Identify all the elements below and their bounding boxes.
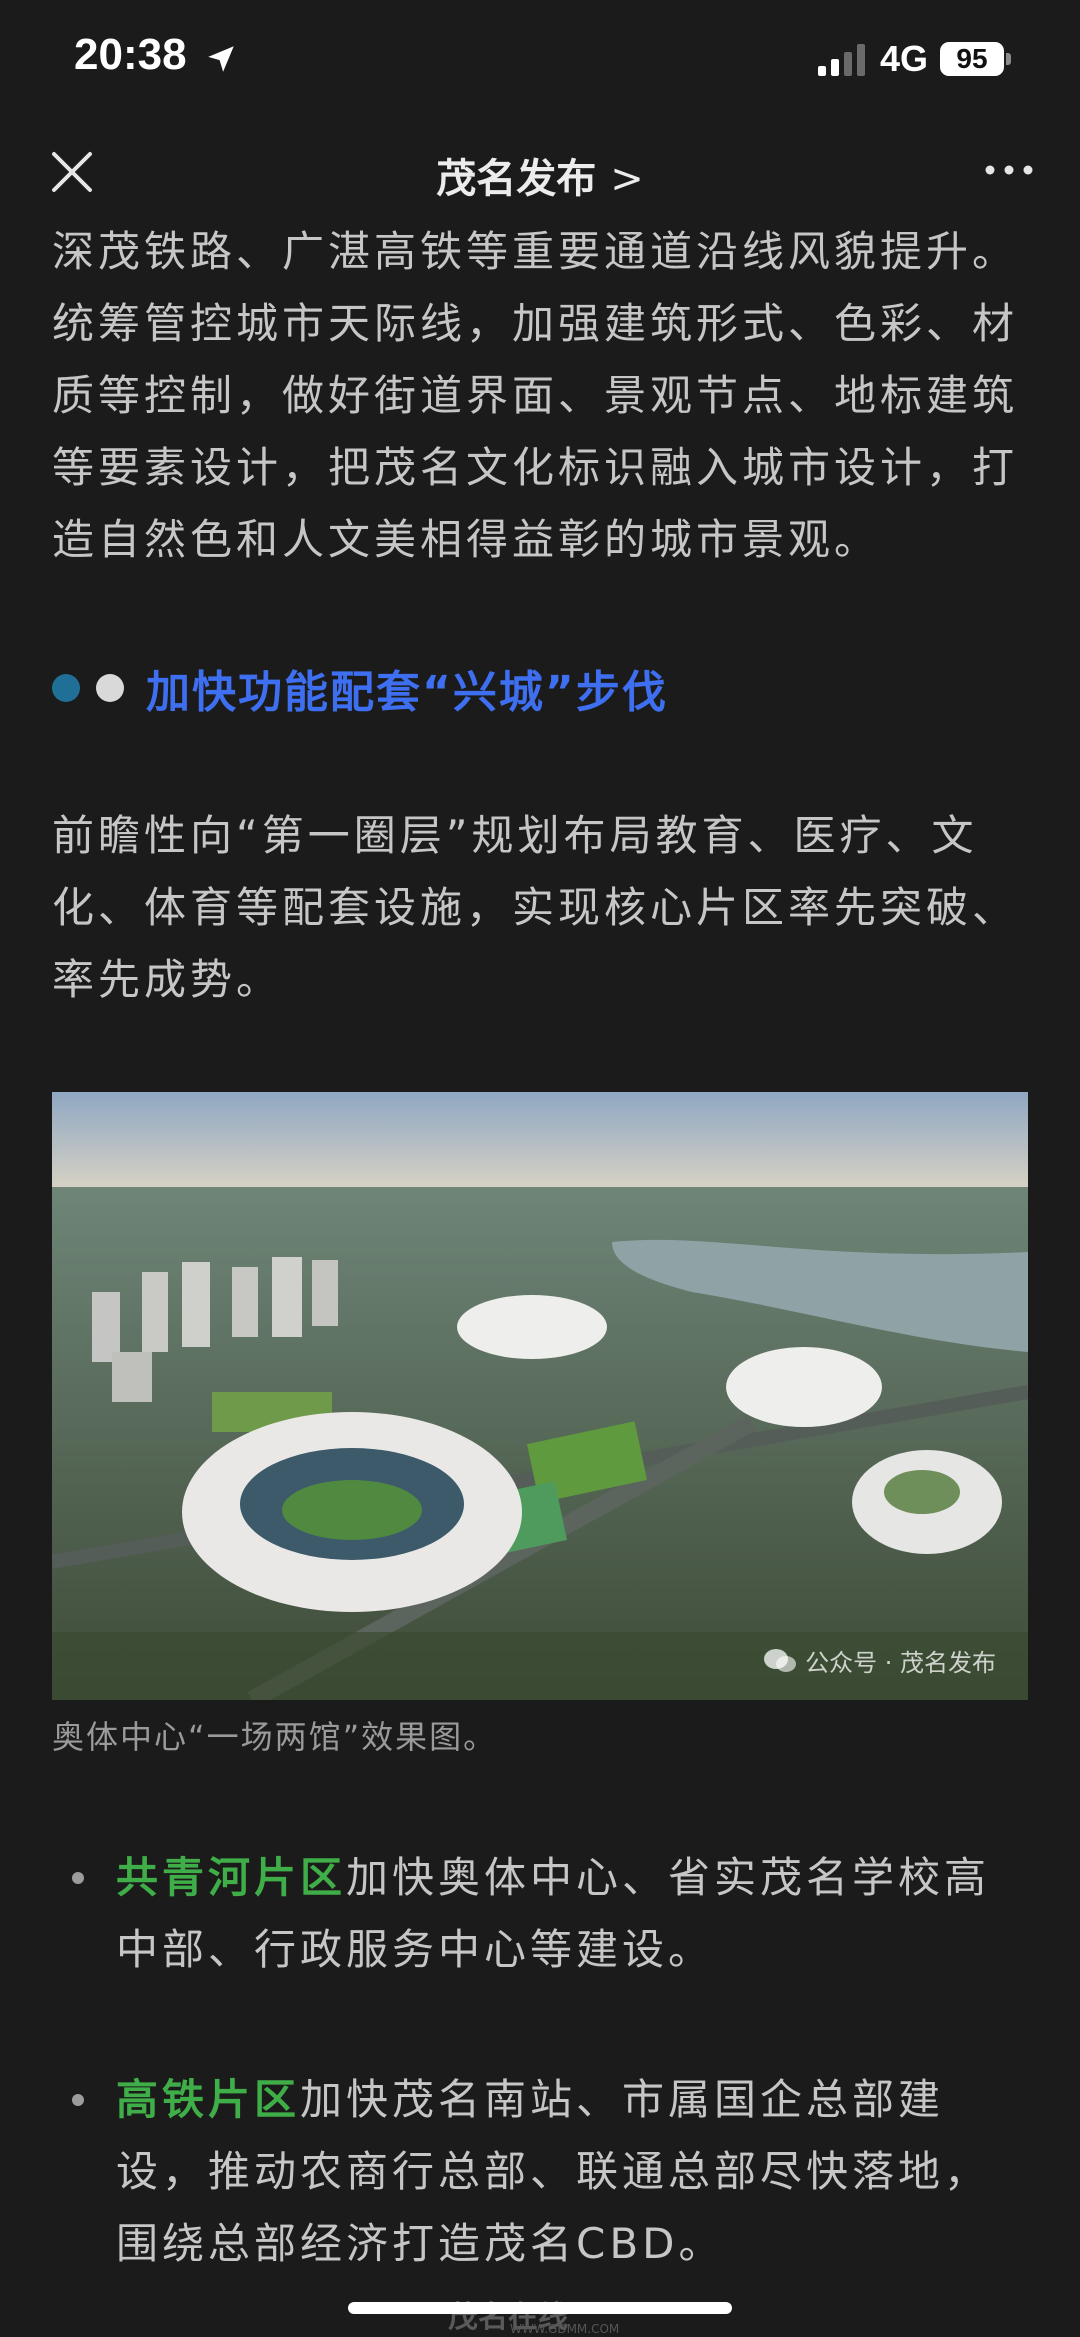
location-arrow-icon — [208, 46, 234, 72]
list-item: 共青河片区加快奥体中心、省实茂名学校高中部、行政服务中心等建设。 — [72, 1842, 1032, 1986]
home-indicator[interactable] — [348, 2302, 732, 2314]
image-watermark: 公众号 · 茂名发布 — [763, 1643, 996, 1678]
chevron-right-icon: > — [610, 156, 644, 202]
list-item: 高铁片区加快茂名南站、市属国企总部建设，推动农商行总部、联通总部尽快落地，围绕总… — [72, 2064, 1032, 2280]
section-heading-text: 加快功能配套“兴城”步伐 — [146, 667, 668, 718]
battery-indicator: 95 — [940, 42, 1004, 76]
wechat-icon — [764, 1648, 797, 1672]
status-time: 20:38 — [74, 30, 187, 79]
footer-url: WWW.GDMM.COM — [510, 2322, 620, 2336]
nav-title[interactable]: 茂名发布 > — [0, 146, 1080, 204]
article-image[interactable]: 公众号 · 茂名发布 — [52, 1092, 1028, 1700]
image-caption: 奥体中心“一场两馆”效果图。 — [52, 1718, 498, 1756]
status-bar: 20:38 4G 95 — [0, 0, 1080, 120]
heading-dot-blue — [52, 674, 80, 702]
bullet-dot — [72, 2094, 84, 2106]
account-name[interactable]: 茂名发布 — [436, 156, 596, 202]
heading-dot-gray — [96, 674, 124, 702]
more-icon[interactable] — [984, 160, 1034, 180]
article-paragraph: 深茂铁路、广湛高铁等重要通道沿线风貌提升。统筹管控城市天际线，加强建筑形式、色彩… — [52, 227, 1019, 564]
bullet-dot — [72, 1872, 84, 1884]
list-item-highlight: 高铁片区 — [116, 2075, 301, 2124]
network-label: 4G — [880, 38, 929, 79]
signal-icon — [818, 44, 865, 76]
watermark-text: 公众号 · 茂名发布 — [805, 1649, 996, 1677]
article-paragraph: 前瞻性向“第一圈层”规划布局教育、医疗、文化、体育等配套设施，实现核心片区率先突… — [52, 811, 1019, 1004]
list-item-highlight: 共青河片区 — [116, 1853, 347, 1902]
section-heading: 加快功能配套“兴城”步伐 — [52, 658, 668, 718]
stadium-rendering — [52, 1092, 1028, 1700]
battery-tip — [1006, 53, 1011, 65]
